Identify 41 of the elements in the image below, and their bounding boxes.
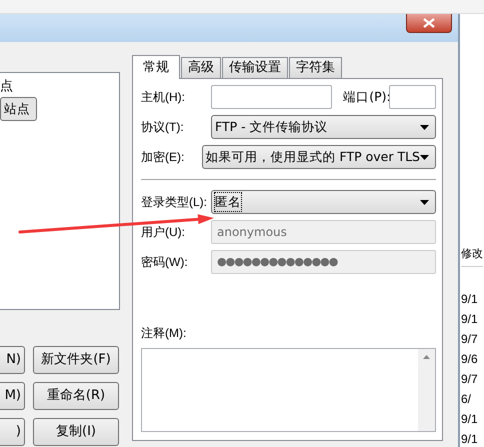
date-cell-text: 9/1 bbox=[461, 310, 478, 328]
date-cell-text: 6/ bbox=[461, 390, 472, 408]
scroll-up-icon[interactable] bbox=[423, 355, 430, 359]
partial-button[interactable]: ) bbox=[0, 418, 25, 446]
site-item[interactable]: 站点 bbox=[0, 97, 37, 121]
protocol-label: 协议(T): bbox=[141, 119, 185, 136]
dialog-button[interactable]: 新文件夹(F) bbox=[33, 346, 119, 374]
comments-label: 注释(M): bbox=[141, 325, 188, 342]
protocol-dropdown[interactable]: FTP - 文件传输协议 bbox=[211, 115, 436, 139]
logon-type-label: 登录类型(L): bbox=[141, 194, 208, 211]
partial-button[interactable]: M) bbox=[0, 382, 25, 410]
date-cell-text: 9/1 bbox=[461, 410, 478, 428]
tab[interactable]: 常规 bbox=[132, 55, 180, 79]
date-cell-text: 9/6 bbox=[461, 350, 478, 368]
close-icon bbox=[423, 18, 435, 28]
dialog-button[interactable]: 复制(I) bbox=[33, 418, 119, 446]
date-cell-text: 9/7 bbox=[461, 330, 478, 348]
tab[interactable]: 高级 bbox=[181, 57, 221, 78]
dropdown-caret-icon bbox=[420, 124, 429, 130]
comments-textarea[interactable] bbox=[141, 348, 436, 432]
column-header[interactable]: 修改 bbox=[461, 246, 483, 266]
tab[interactable]: 字符集 bbox=[289, 57, 342, 78]
partial-button[interactable]: N) bbox=[0, 346, 25, 374]
date-cell-text: 9/1 bbox=[461, 430, 478, 447]
dropdown-caret-icon bbox=[420, 200, 429, 204]
tab[interactable]: 传输设置 bbox=[222, 57, 288, 78]
password-label: 密码(W): bbox=[141, 254, 189, 271]
dropdown-caret-icon bbox=[420, 154, 429, 160]
port-input[interactable] bbox=[389, 85, 436, 109]
host-input[interactable] bbox=[210, 85, 332, 109]
user-label: 用户(U): bbox=[141, 224, 186, 241]
encryption-label: 加密(E): bbox=[141, 149, 186, 166]
encryption-dropdown[interactable]: 如果可用，使用显式的 FTP over TLS bbox=[202, 145, 436, 169]
site-item[interactable]: 点 bbox=[0, 77, 13, 97]
close-button[interactable] bbox=[406, 14, 452, 33]
date-cell-text: 9/1 bbox=[461, 290, 478, 308]
dialog-button[interactable]: 重命名(R) bbox=[33, 382, 119, 410]
port-label: 端口(P): bbox=[343, 88, 390, 106]
date-cell-text: 9/7 bbox=[461, 370, 478, 388]
host-label: 主机(H): bbox=[141, 89, 186, 106]
logon-type-dropdown[interactable]: 匿名 bbox=[211, 190, 436, 214]
